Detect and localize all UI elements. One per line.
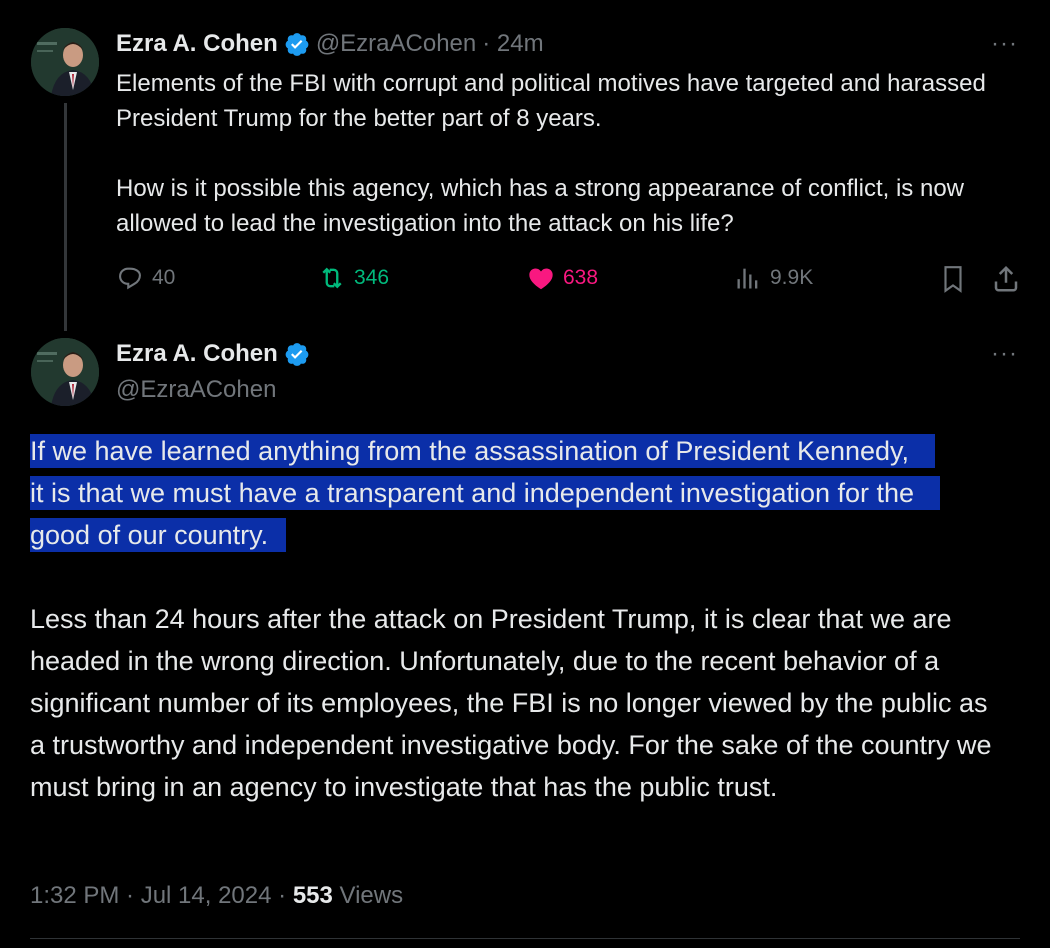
tweet1-header: Ezra A. Cohen @EzraACohen · 24m xyxy=(116,30,544,58)
avatar[interactable] xyxy=(31,338,99,406)
repost-button[interactable]: 346 xyxy=(318,264,389,292)
more-icon[interactable]: ··· xyxy=(991,30,1018,58)
views-icon xyxy=(737,268,758,289)
views-number: 553 xyxy=(292,882,333,909)
author-handle[interactable]: @EzraACohen xyxy=(116,376,276,404)
repost-count: 346 xyxy=(354,266,390,289)
like-count: 638 xyxy=(563,266,599,289)
author-name[interactable]: Ezra A. Cohen xyxy=(116,340,278,368)
reply-icon xyxy=(119,267,141,290)
views-label: Views xyxy=(332,882,404,909)
tweet2-body-paragraph: Less than 24 hours after the attack on P… xyxy=(30,604,1000,802)
tweet2-header: Ezra A. Cohen xyxy=(116,340,310,368)
author-name[interactable]: Ezra A. Cohen xyxy=(116,30,278,58)
post-time[interactable]: · 24m xyxy=(482,30,543,58)
reply-count: 40 xyxy=(152,266,176,289)
like-icon xyxy=(529,268,553,290)
share-icon xyxy=(994,265,1018,292)
views-count: 9.9K xyxy=(770,266,814,289)
avatar[interactable] xyxy=(31,28,99,96)
selected-text: If we have learned anything from the ass… xyxy=(30,434,940,552)
verified-badge-icon xyxy=(285,343,309,366)
bookmark-icon xyxy=(944,266,962,293)
repost-icon xyxy=(322,267,342,289)
author-handle[interactable]: @EzraACohen xyxy=(316,30,476,58)
verified-badge-icon xyxy=(285,33,309,56)
post-meta: 1:32 PM · Jul 14, 2024 · 553 Views xyxy=(30,882,403,910)
post-timestamp[interactable]: 1:32 PM · Jul 14, 2024 · xyxy=(30,882,293,909)
more-icon[interactable]: ··· xyxy=(991,340,1018,368)
reply-button[interactable]: 40 xyxy=(116,264,175,292)
like-button[interactable]: 638 xyxy=(527,264,598,292)
tweet2-highlighted-paragraph: If we have learned anything from the ass… xyxy=(30,430,940,556)
thread-connector xyxy=(64,103,67,331)
bookmark-button[interactable] xyxy=(940,264,966,299)
tweet1-text: Elements of the FBI with corrupt and pol… xyxy=(116,70,986,237)
avatar-photo xyxy=(31,28,99,96)
share-button[interactable] xyxy=(991,264,1021,299)
views-button[interactable]: 9.9K xyxy=(734,264,813,292)
divider xyxy=(30,938,1020,939)
avatar-photo xyxy=(31,338,99,406)
